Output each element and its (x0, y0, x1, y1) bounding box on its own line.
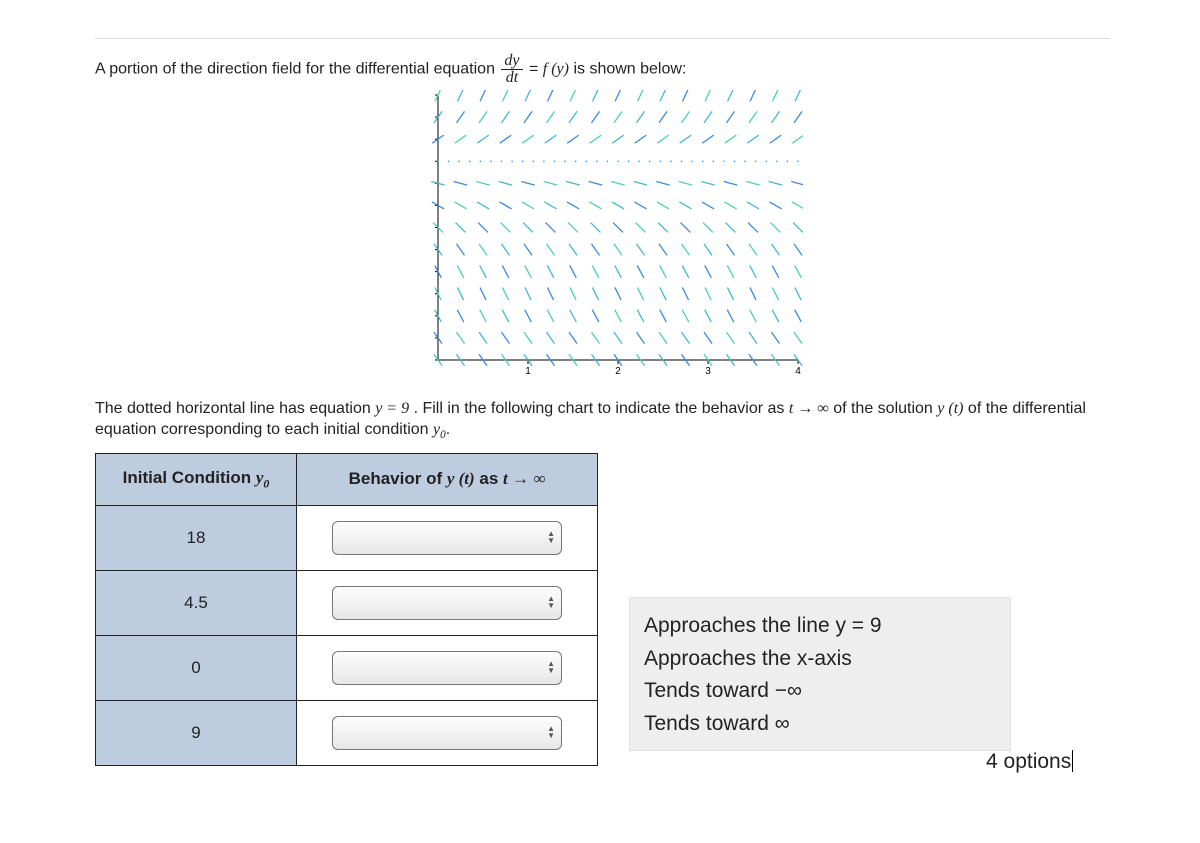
options-count-caption: 4 options (986, 750, 1073, 774)
answer-table: Initial Condition y0 Behavior of y (t) a… (95, 453, 598, 766)
dropdown-option[interactable]: Tends toward ∞ (644, 708, 996, 741)
dropdown-option[interactable]: Approaches the line y = 9 (644, 610, 996, 643)
dropdown-option[interactable]: Tends toward −∞ (644, 675, 996, 708)
explain-mid2: of the solution (833, 400, 937, 417)
behavior-dropdown[interactable]: ▲▼ (332, 586, 562, 620)
fraction-denominator: dt (501, 70, 522, 86)
behavior-cell: ▲▼ (297, 505, 598, 570)
direction-field-svg: 1 2 3 4 (403, 90, 803, 380)
chevron-up-down-icon: ▲▼ (547, 726, 555, 739)
table-head-behavior: Behavior of y (t) as t → ∞ (297, 453, 598, 505)
dropdown-options-tooltip: Approaches the line y = 9Approaches the … (630, 598, 1010, 750)
table-row: 4.5 ▲▼ (96, 570, 598, 635)
initial-condition-cell: 0 (96, 635, 297, 700)
explain-y0: y0 (433, 421, 446, 438)
intro-text: A portion of the direction field for the… (95, 53, 1110, 86)
fraction-numerator: dy (501, 53, 522, 70)
svg-text:4: 4 (795, 366, 801, 377)
behavior-cell: ▲▼ (297, 570, 598, 635)
explain-sol: y (t) (937, 400, 963, 417)
chevron-up-down-icon: ▲▼ (547, 661, 555, 674)
table-row: 9 ▲▼ (96, 700, 598, 765)
initial-condition-cell: 9 (96, 700, 297, 765)
behavior-dropdown[interactable]: ▲▼ (332, 521, 562, 555)
intro-post: is shown below: (573, 61, 686, 78)
behavior-dropdown[interactable]: ▲▼ (332, 651, 562, 685)
chevron-up-down-icon: ▲▼ (547, 596, 555, 609)
behavior-cell: ▲▼ (297, 700, 598, 765)
chevron-up-down-icon: ▲▼ (547, 531, 555, 544)
initial-condition-cell: 4.5 (96, 570, 297, 635)
table-row: 18 ▲▼ (96, 505, 598, 570)
behavior-dropdown[interactable]: ▲▼ (332, 716, 562, 750)
svg-text:1: 1 (525, 366, 531, 377)
explanation-text: The dotted horizontal line has equation … (95, 399, 1110, 443)
intro-equals: = (529, 61, 543, 78)
initial-condition-cell: 18 (96, 505, 297, 570)
table-head-initial-condition: Initial Condition y0 (96, 453, 297, 505)
dropdown-option[interactable]: Approaches the x-axis (644, 643, 996, 676)
svg-text:2: 2 (615, 366, 621, 377)
intro-pre: A portion of the direction field for the… (95, 61, 499, 78)
explain-lim: t → ∞ (789, 400, 829, 417)
explain-mid1: . Fill in the following chart to indicat… (414, 400, 789, 417)
table-row: 0 ▲▼ (96, 635, 598, 700)
fraction-dy-dt: dy dt (501, 53, 522, 86)
intro-fn: f (y) (543, 61, 569, 78)
explain-eq: y = 9 (375, 400, 409, 417)
explain-pre: The dotted horizontal line has equation (95, 400, 375, 417)
explain-period: . (446, 421, 450, 438)
direction-field-figure: 1 2 3 4 (95, 90, 1110, 385)
behavior-cell: ▲▼ (297, 635, 598, 700)
svg-text:3: 3 (705, 366, 711, 377)
